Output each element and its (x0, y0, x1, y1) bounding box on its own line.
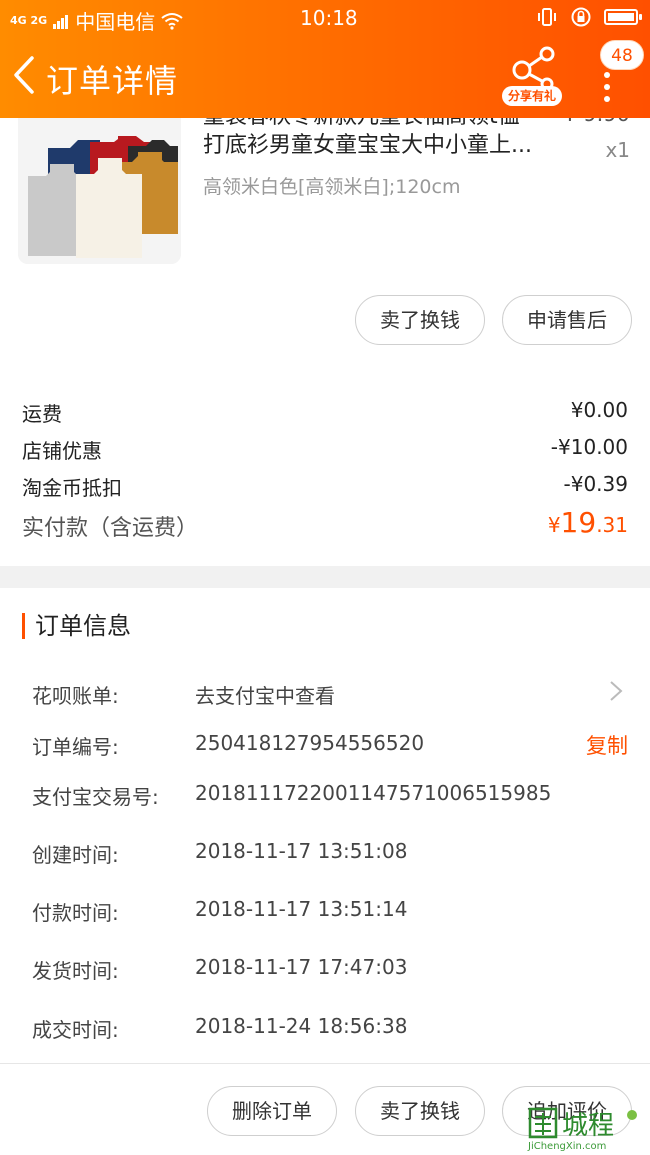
delete-order-button[interactable]: 删除订单 (207, 1086, 337, 1136)
info-label: 创建时间: (32, 843, 119, 867)
share-label: 分享有礼 (502, 86, 562, 106)
fee-value: -¥10.00 (550, 435, 628, 459)
wifi-icon (161, 12, 183, 30)
product-item[interactable]: 童装春秋冬新款儿童长袖高领t恤 打底衫男童女童宝宝大中小童上... ¥ 9.90… (0, 90, 650, 280)
rotation-lock-icon (571, 7, 591, 27)
back-button[interactable] (8, 52, 42, 98)
section-divider (0, 566, 650, 588)
info-value: 250418127954556520 (195, 731, 425, 755)
share-icon (512, 46, 555, 88)
watermark-site: JiChengXin.com (528, 1141, 607, 1152)
info-label: 发货时间: (32, 959, 119, 983)
more-button[interactable]: 48 (596, 40, 644, 104)
message-count-badge: 48 (600, 40, 644, 70)
order-info-title: 订单信息 (22, 613, 131, 639)
sell-for-cash-bottom-button[interactable]: 卖了换钱 (355, 1086, 485, 1136)
amount-integer: 19 (560, 506, 597, 539)
share-button[interactable]: 分享有礼 (500, 44, 566, 108)
watermark-glyph: 城程 (528, 1107, 637, 1141)
network-type: 4G 2G (10, 14, 48, 27)
currency-symbol: ¥ (547, 513, 561, 537)
fee-row-shipping: 运费 ¥0.00 (22, 398, 628, 427)
info-value: 去支付宝中查看 (195, 684, 335, 708)
actual-payment-amount: ¥19.31 (548, 506, 628, 539)
product-thumbnail[interactable] (18, 108, 181, 264)
info-value: 2018-11-17 13:51:14 (195, 897, 408, 921)
watermark-text: 城程 (562, 1111, 614, 1141)
app-header: 4G 2G 中国电信 10:18 订单详情 分享有礼 48 (0, 0, 650, 118)
fee-row-coin-deduction: 淘金币抵扣 -¥0.39 (22, 472, 628, 501)
sell-for-cash-button[interactable]: 卖了换钱 (355, 295, 485, 345)
fee-label: 淘金币抵扣 (22, 476, 122, 500)
actual-payment-label: 实付款（含运费） (22, 516, 199, 541)
info-value: 2018111722001147571006515985 (195, 781, 552, 805)
fee-row-store-discount: 店铺优惠 -¥10.00 (22, 435, 628, 464)
carrier-name: 中国电信 (75, 10, 156, 34)
fee-value: ¥0.00 (570, 398, 628, 422)
info-value: 2018-11-17 13:51:08 (195, 839, 408, 863)
vibrate-icon (538, 8, 556, 26)
more-vertical-icon (604, 72, 610, 108)
signal-icon (53, 14, 69, 29)
sweater-image (18, 108, 181, 264)
info-label: 订单编号: (32, 735, 119, 759)
chevron-right-icon[interactable] (608, 680, 624, 702)
apply-after-sale-button[interactable]: 申请售后 (502, 295, 632, 345)
fee-label: 运费 (22, 402, 62, 426)
info-label: 成交时间: (32, 1018, 119, 1042)
fee-label: 店铺优惠 (22, 439, 102, 463)
watermark-logo: 城程 JiChengXin.com (526, 1105, 644, 1153)
product-quantity: x1 (605, 138, 630, 162)
info-value: 2018-11-24 18:56:38 (195, 1014, 408, 1038)
info-label: 花呗账单: (32, 684, 119, 708)
battery-icon (604, 9, 642, 25)
fee-value: -¥0.39 (563, 472, 628, 496)
info-label: 支付宝交易号: (32, 785, 159, 809)
product-title-line-2: 打底衫男童女童宝宝大中小童上... (203, 133, 532, 158)
status-bar: 4G 2G 中国电信 10:18 (0, 0, 650, 36)
info-label: 付款时间: (32, 901, 119, 925)
chevron-left-icon (14, 56, 34, 94)
page-title: 订单详情 (46, 62, 179, 100)
info-value: 2018-11-17 17:47:03 (195, 955, 408, 979)
clock: 10:18 (300, 6, 358, 30)
copy-order-number-button[interactable]: 复制 (586, 730, 628, 760)
amount-decimal: .31 (596, 513, 628, 537)
product-sku: 高领米白色[高领米白];120cm (203, 176, 461, 198)
